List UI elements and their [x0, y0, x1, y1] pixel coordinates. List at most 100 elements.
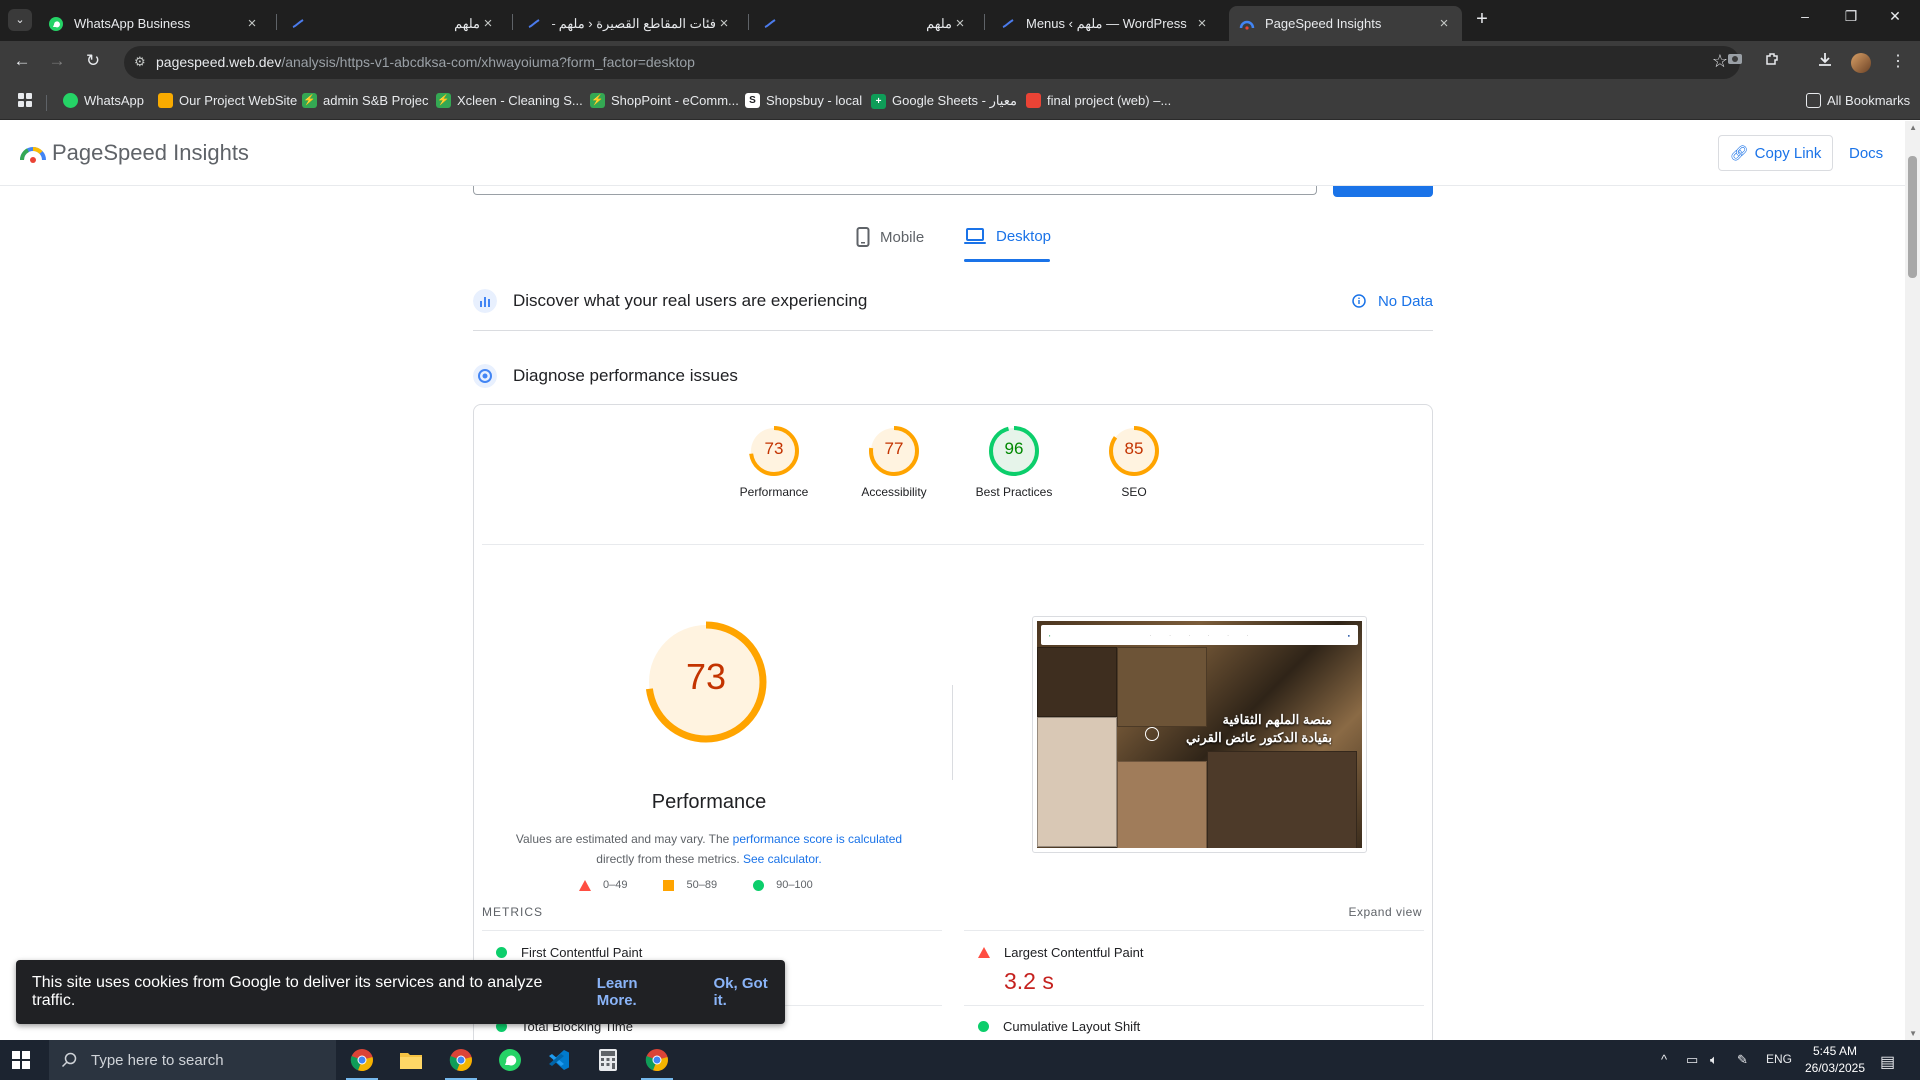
scroll-thumb[interactable]	[1908, 156, 1917, 278]
taskbar-file-explorer[interactable]	[387, 1040, 435, 1080]
scroll-up-icon[interactable]: ▲	[1909, 123, 1917, 132]
close-tab-icon[interactable]: ×	[1436, 15, 1452, 32]
bookmark-xcleen[interactable]: ⚡ Xcleen - Cleaning S...	[436, 93, 583, 108]
metric-label: Cumulative Layout Shift	[1003, 1019, 1141, 1034]
performance-big-gauge: 73	[644, 620, 774, 749]
page-screenshot: ▪ · · · · · · ● منصة الملهم الثقافية بقيادة ا…	[1032, 616, 1367, 853]
bookmark-shoppoint[interactable]: ⚡ ShopPoint - eComm...	[590, 93, 739, 108]
score-gauge-performance[interactable]: 73 Performance	[719, 425, 829, 499]
bookmark-admin[interactable]: ⚡ admin S&B Projec	[302, 93, 429, 108]
bookmark-label: WhatsApp	[84, 93, 144, 108]
extensions-icon[interactable]	[1760, 51, 1784, 72]
info-icon	[1352, 294, 1366, 308]
url-host: pagespeed.web.dev	[156, 54, 282, 70]
users-experience-icon	[473, 289, 497, 313]
tab-site-3[interactable]: ملهم ×	[752, 6, 978, 41]
bookmark-label: Our Project WebSite	[179, 93, 298, 108]
volume-icon[interactable]: 🔈︎	[1710, 1052, 1718, 1068]
new-tab-icon[interactable]: +	[1470, 8, 1494, 31]
bookmark-whatsapp[interactable]: WhatsApp	[63, 93, 144, 108]
tab-title: ملهم	[926, 15, 952, 31]
folder-icon	[400, 1053, 422, 1069]
score-label: Performance	[739, 485, 809, 499]
bookmark-project-website[interactable]: Our Project WebSite	[158, 93, 297, 108]
close-tab-icon[interactable]: ×	[1194, 15, 1210, 32]
close-tab-icon[interactable]: ×	[244, 15, 260, 32]
metrics-divider	[964, 1005, 1424, 1006]
bookmark-shopsbuy[interactable]: S Shopsbuy - local	[745, 93, 862, 108]
chrome-menu-icon[interactable]: ⋮	[1886, 51, 1910, 71]
close-window-icon[interactable]: ✕	[1872, 8, 1918, 25]
back-icon[interactable]: ←	[10, 51, 34, 71]
taskbar-whatsapp[interactable]	[486, 1040, 534, 1080]
tab-wordpress-menus[interactable]: Menus ‹ ملهم — WordPress ×	[990, 6, 1220, 41]
legend-fail: 0–49	[579, 879, 627, 891]
tab-search-button[interactable]: ⌄	[8, 9, 32, 31]
score-gauge-accessibility[interactable]: 77 Accessibility	[839, 425, 949, 499]
docs-link[interactable]: Docs	[1849, 145, 1883, 162]
score-label: Best Practices	[975, 485, 1053, 499]
screenshot-icon[interactable]	[1723, 51, 1747, 70]
apps-grid-icon[interactable]	[17, 92, 33, 113]
tab-desktop[interactable]: Desktop	[964, 227, 1051, 245]
notifications-icon[interactable]: ▤	[1880, 1052, 1895, 1072]
taskbar-calculator[interactable]	[584, 1040, 632, 1080]
taskbar-clock[interactable]: 5:45 AM 26/03/2025	[1800, 1043, 1870, 1077]
tab-separator	[984, 14, 985, 30]
expand-view-toggle[interactable]: Expand view	[1348, 905, 1422, 919]
metrics-divider	[964, 930, 1424, 931]
page-scrollbar[interactable]: ▲ ▼	[1905, 121, 1920, 1040]
tab-title: WhatsApp Business	[74, 16, 191, 31]
see-calculator-link[interactable]: See calculator.	[743, 852, 822, 866]
metric-lcp: Largest Contentful Paint	[978, 945, 1143, 960]
diagnose-icon	[473, 364, 497, 388]
figma-icon	[1026, 93, 1041, 108]
metric-label: First Contentful Paint	[521, 945, 643, 960]
tab-separator	[512, 14, 513, 30]
taskbar-search[interactable]: Type here to search	[49, 1040, 336, 1080]
minimize-icon[interactable]: –	[1782, 8, 1828, 24]
language-indicator[interactable]: ENG	[1766, 1052, 1792, 1066]
close-tab-icon[interactable]: ×	[952, 15, 968, 32]
score-calculated-link[interactable]: performance score is calculated	[733, 832, 902, 846]
bookmark-final-project[interactable]: final project (web) –...	[1026, 93, 1171, 108]
site-info-icon[interactable]: ⚙	[134, 54, 146, 70]
reload-icon[interactable]: ↻	[81, 51, 105, 71]
score-gauge-best-practices[interactable]: 96 Best Practices	[959, 425, 1069, 499]
performance-score: 73	[685, 656, 727, 697]
tab-pagespeed-insights[interactable]: PageSpeed Insights ×	[1229, 6, 1462, 41]
metrics-divider	[482, 930, 942, 931]
taskbar-chrome-3[interactable]	[633, 1040, 681, 1080]
learn-more-link[interactable]: Learn More.	[597, 975, 682, 1009]
windows-start-icon[interactable]	[12, 1051, 30, 1069]
close-tab-icon[interactable]: ×	[480, 15, 496, 32]
taskbar-chrome[interactable]	[338, 1040, 386, 1080]
network-icon[interactable]: ▭	[1686, 1052, 1698, 1068]
pen-icon[interactable]: ✎	[1737, 1052, 1748, 1068]
address-bar[interactable]: ⚙ pagespeed.web.dev/analysis/https-v1-ab…	[124, 46, 1740, 79]
profile-avatar[interactable]	[1851, 53, 1871, 73]
score-gauge-seo[interactable]: 85 SEO	[1079, 425, 1189, 499]
screenshot-tile	[1037, 647, 1117, 717]
copy-link-button[interactable]: 🔗︎ Copy Link	[1718, 135, 1833, 171]
tab-site-1[interactable]: ملهم ×	[280, 6, 506, 41]
scroll-down-icon[interactable]: ▼	[1909, 1029, 1917, 1038]
close-tab-icon[interactable]: ×	[716, 15, 732, 32]
bookmark-label: final project (web) –...	[1047, 93, 1172, 108]
taskbar-chrome-2[interactable]	[437, 1040, 485, 1080]
tab-site-2[interactable]: فئات المقاطع القصيرة ‹ ملهم — ×	[516, 6, 742, 41]
metrics-heading: METRICS	[482, 905, 543, 919]
downloads-icon[interactable]	[1813, 51, 1837, 72]
forward-icon[interactable]: →	[45, 51, 69, 71]
page-title: PageSpeed Insights	[52, 140, 249, 165]
screenshot-headline-2: بقيادة الدكتور عائض القرني	[1185, 730, 1332, 745]
bookmark-google-sheets[interactable]: + Google Sheets - معيار	[871, 93, 1017, 109]
ok-got-it-button[interactable]: Ok, Got it.	[714, 975, 785, 1009]
all-bookmarks[interactable]: All Bookmarks	[1806, 93, 1910, 108]
tab-mobile[interactable]: Mobile	[856, 227, 924, 247]
tray-chevron-icon[interactable]: ^	[1661, 1052, 1667, 1067]
tab-title: ملهم	[454, 15, 480, 31]
tab-whatsapp-business[interactable]: WhatsApp Business ×	[38, 6, 270, 41]
taskbar-vscode[interactable]	[535, 1040, 583, 1080]
restore-icon[interactable]: ❐	[1828, 8, 1874, 25]
